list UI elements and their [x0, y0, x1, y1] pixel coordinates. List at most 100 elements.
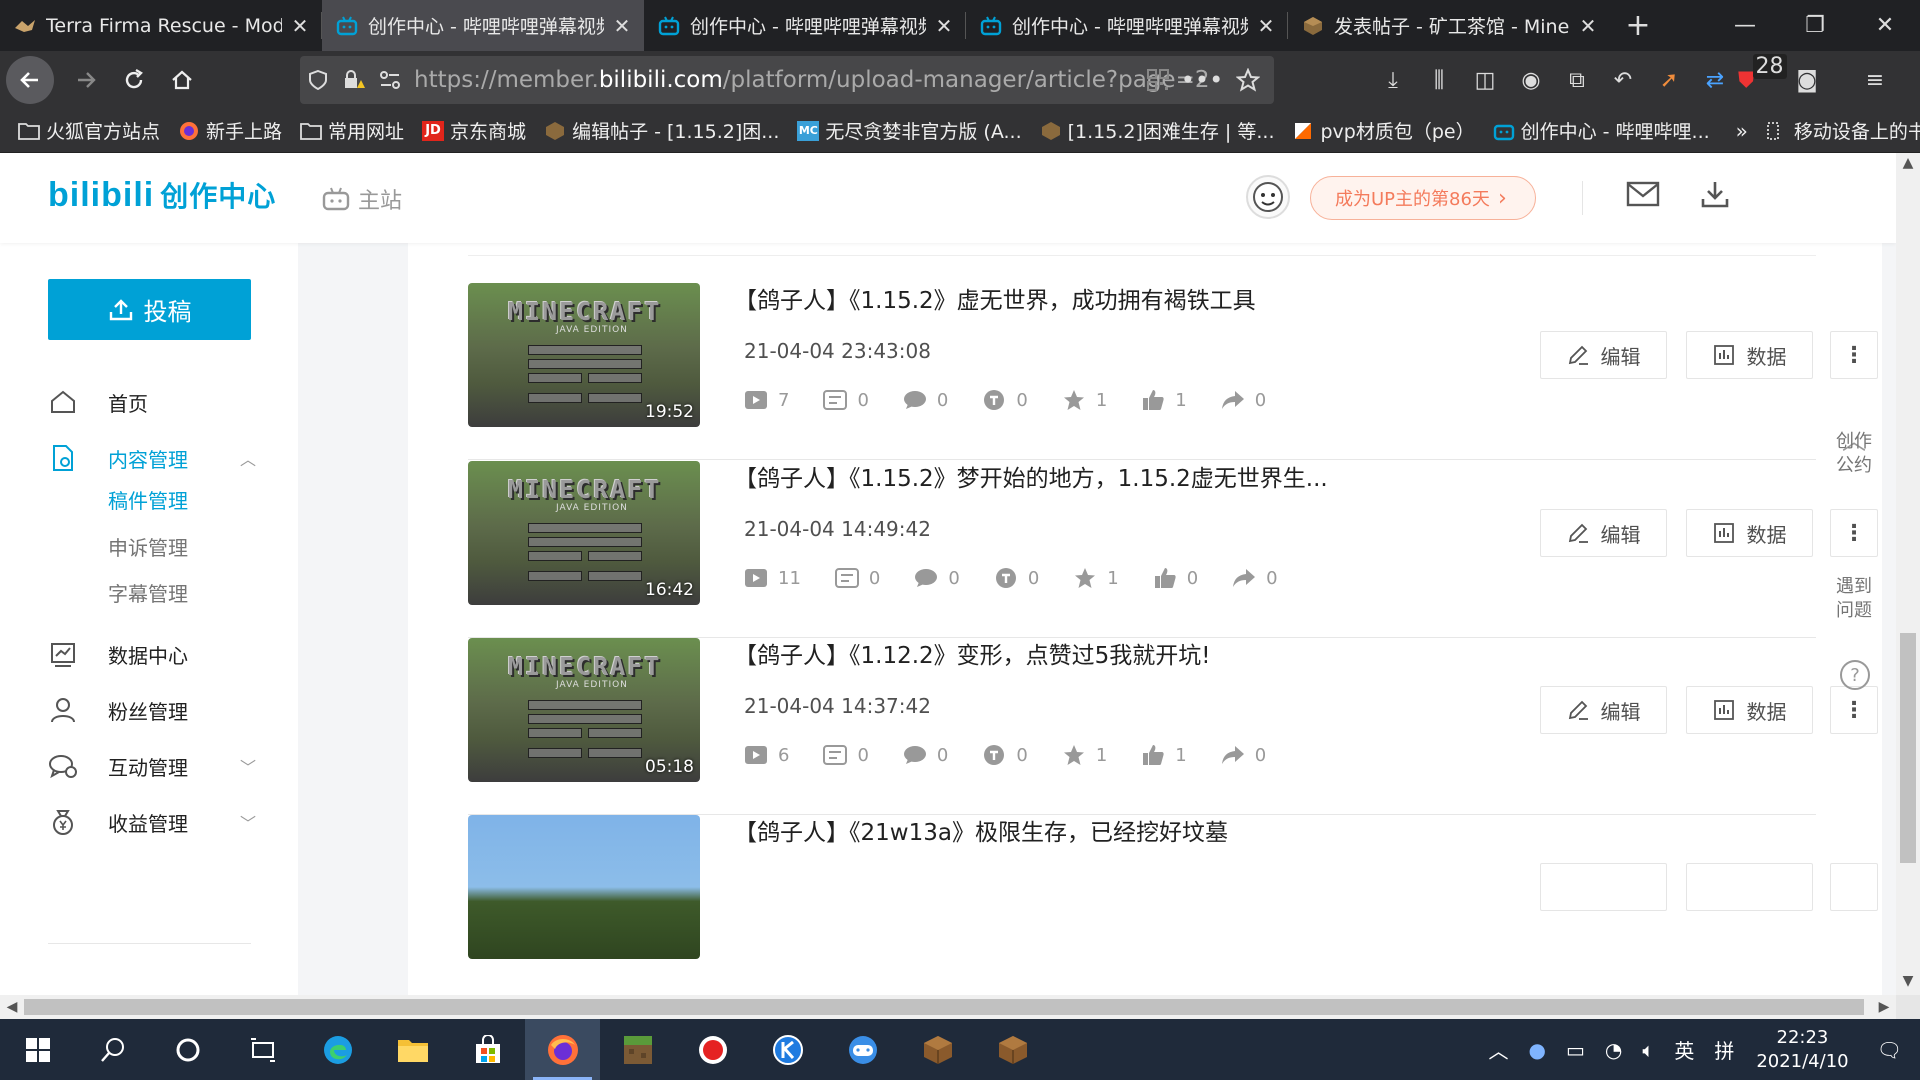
start-button[interactable]	[0, 1019, 75, 1080]
forward-button[interactable]	[62, 56, 110, 104]
notification-icon[interactable]: 🗨︎	[1877, 1038, 1902, 1062]
qr-code-icon[interactable]	[1140, 69, 1176, 91]
bookmark-item[interactable]: JD 京东商城	[422, 117, 526, 144]
search-button[interactable]	[75, 1019, 150, 1080]
scroll-right-arrow-icon[interactable]: ▶	[1872, 995, 1896, 1019]
cortana-button[interactable]	[150, 1019, 225, 1080]
account-icon[interactable]: ◉	[1508, 68, 1554, 93]
scroll-down-arrow-icon[interactable]: ▼	[1896, 973, 1920, 989]
bookmarks-overflow-button[interactable]: »	[1736, 119, 1748, 143]
address-bar[interactable]: https://member.bilibili.com/platform/upl…	[300, 56, 1274, 104]
video-title[interactable]: 【鸽子人】《1.15.2》梦开始的地方，1.15.2虚无世界生...	[734, 459, 1328, 493]
video-title[interactable]: 【鸽子人】《1.15.2》虚无世界，成功拥有褐铁工具	[734, 281, 1256, 315]
more-options-button[interactable]	[1830, 863, 1878, 911]
data-button[interactable]	[1686, 863, 1813, 911]
battery-icon[interactable]: ▭	[1566, 1038, 1585, 1062]
more-actions-icon[interactable]: •••	[1181, 66, 1223, 94]
sync-icon[interactable]: ⇄	[1692, 68, 1738, 93]
store-app[interactable]	[450, 1019, 525, 1080]
scroll-left-arrow-icon[interactable]: ◀	[0, 995, 24, 1019]
permissions-icon[interactable]	[372, 71, 408, 89]
menu-icon[interactable]: ≡	[1852, 68, 1898, 93]
minimize-icon[interactable]: —	[1710, 0, 1780, 51]
vertical-scrollbar[interactable]: ▲ ▼	[1896, 153, 1920, 995]
bookmark-item[interactable]: MC 无尽贪婪非官方版 (A...	[797, 117, 1022, 144]
video-thumbnail[interactable]: MINECRAFT JAVA EDITION 19:52	[468, 283, 700, 427]
sidebar-item-data[interactable]: 数据中心	[0, 629, 298, 679]
video-title[interactable]: 【鸽子人】《21w13a》极限生存，已经挖好坟墓	[734, 813, 1228, 847]
sidebar-item-fans[interactable]: 粉丝管理	[0, 685, 298, 735]
close-tab-icon[interactable]: ✕	[934, 14, 954, 38]
bookmark-item[interactable]: 新手上路	[178, 117, 282, 144]
download-icon[interactable]	[1700, 179, 1730, 209]
library-icon[interactable]: ⫼	[1416, 68, 1462, 93]
tray-gamepad-icon[interactable]: ●	[1529, 1038, 1546, 1062]
video-thumbnail[interactable]	[468, 815, 700, 959]
close-tab-icon[interactable]: ✕	[290, 14, 310, 38]
minecraft-launcher-app[interactable]	[900, 1019, 975, 1080]
file-explorer-app[interactable]	[375, 1019, 450, 1080]
bookmark-item[interactable]: 移动设备上的书签	[1766, 117, 1920, 144]
data-button[interactable]: 数据	[1686, 331, 1813, 379]
edit-button[interactable]: 编辑	[1540, 331, 1667, 379]
mail-icon[interactable]	[1626, 181, 1660, 207]
sidebar-item-content[interactable]: 内容管理 ︿	[0, 433, 298, 483]
url-text[interactable]: https://member.bilibili.com/platform/upl…	[414, 67, 1209, 93]
adblock-icon[interactable]: ⛊28	[1738, 53, 1787, 93]
minecraft-app[interactable]	[600, 1019, 675, 1080]
convention-link[interactable]: 创作 公约	[1834, 430, 1874, 478]
restore-icon[interactable]: ❐	[1780, 0, 1850, 51]
bookmark-item[interactable]: 创作中心 - 哔哩哔哩...	[1493, 117, 1710, 144]
video-title[interactable]: 【鸽子人】《1.12.2》变形，点赞过5我就开坑!	[734, 636, 1211, 670]
extension-glasses-icon[interactable]: ◙	[1784, 68, 1830, 93]
task-view-button[interactable]	[225, 1019, 300, 1080]
close-tab-icon[interactable]: ✕	[612, 14, 632, 38]
extension-fox-icon[interactable]: ➚	[1646, 68, 1692, 93]
more-options-button[interactable]: ⋮	[1830, 509, 1878, 557]
bookmark-item[interactable]: 常用网址	[300, 117, 404, 144]
bookmark-star-icon[interactable]	[1230, 68, 1266, 92]
minecraft-launcher-app-2[interactable]	[975, 1019, 1050, 1080]
recorder-app[interactable]	[675, 1019, 750, 1080]
scroll-up-arrow-icon[interactable]: ▲	[1896, 155, 1920, 171]
close-window-icon[interactable]: ✕	[1850, 0, 1920, 51]
bookmark-item[interactable]: 编辑帖子 - [1.15.2]困...	[544, 117, 779, 144]
ime-indicator[interactable]: 英	[1674, 1035, 1694, 1064]
volume-icon[interactable]: 🔈︎	[1642, 1038, 1654, 1062]
sidebar-item-home[interactable]: 首页	[0, 377, 298, 427]
horizontal-scrollbar[interactable]: ◀ ▶	[0, 995, 1896, 1019]
data-button[interactable]: 数据	[1686, 686, 1813, 734]
browser-tab[interactable]: 创作中心 - 哔哩哔哩弹幕视频 ✕	[966, 0, 1288, 51]
reload-button[interactable]	[110, 56, 158, 104]
browser-tab[interactable]: Terra Firma Rescue - Modp ✕	[0, 0, 322, 51]
browser-tab[interactable]: 创作中心 - 哔哩哔哩弹幕视频 ✕	[644, 0, 966, 51]
bilibili-logo[interactable]: bilibili 创作中心	[48, 175, 276, 215]
sidebar-item-revenue[interactable]: 收益管理 ﹀	[0, 797, 298, 847]
edge-app[interactable]	[300, 1019, 375, 1080]
bookmark-item[interactable]: pvp材质包（pe）	[1292, 117, 1475, 144]
sidebar-subitem-subtitles[interactable]: 字幕管理	[108, 578, 188, 607]
close-tab-icon[interactable]: ✕	[1578, 14, 1598, 38]
edit-button[interactable]: 编辑	[1540, 686, 1667, 734]
tray-overflow-icon[interactable]: ︿	[1489, 1035, 1509, 1064]
video-thumbnail[interactable]: MINECRAFT JAVA EDITION 05:18	[468, 638, 700, 782]
home-button[interactable]	[158, 56, 206, 104]
sidebar-subitem-appeals[interactable]: 申诉管理	[108, 532, 188, 561]
download-icon[interactable]: ⤓	[1370, 68, 1416, 93]
close-tab-icon[interactable]: ✕	[1256, 14, 1276, 38]
game-app[interactable]	[825, 1019, 900, 1080]
data-button[interactable]: 数据	[1686, 509, 1813, 557]
screenshot-icon[interactable]: ⧉	[1554, 68, 1600, 93]
bookmark-item[interactable]: [1.15.2]困难生存 | 等...	[1040, 117, 1274, 144]
main-site-link[interactable]: 主站	[322, 183, 402, 215]
up-days-badge[interactable]: 成为UP主的第86天 ›	[1310, 176, 1536, 220]
post-button[interactable]: 投稿	[48, 279, 251, 340]
edit-button[interactable]	[1540, 863, 1667, 911]
undo-icon[interactable]: ↶	[1600, 68, 1646, 93]
wifi-icon[interactable]: ◔	[1605, 1038, 1622, 1062]
browser-tab-active[interactable]: 创作中心 - 哔哩哔哩弹幕视频 ✕	[322, 0, 644, 51]
bookmark-item[interactable]: 火狐官方站点	[18, 117, 160, 144]
firefox-app[interactable]	[525, 1019, 600, 1080]
help-link[interactable]: 遇到 问题	[1834, 575, 1874, 623]
edit-button[interactable]: 编辑	[1540, 509, 1667, 557]
